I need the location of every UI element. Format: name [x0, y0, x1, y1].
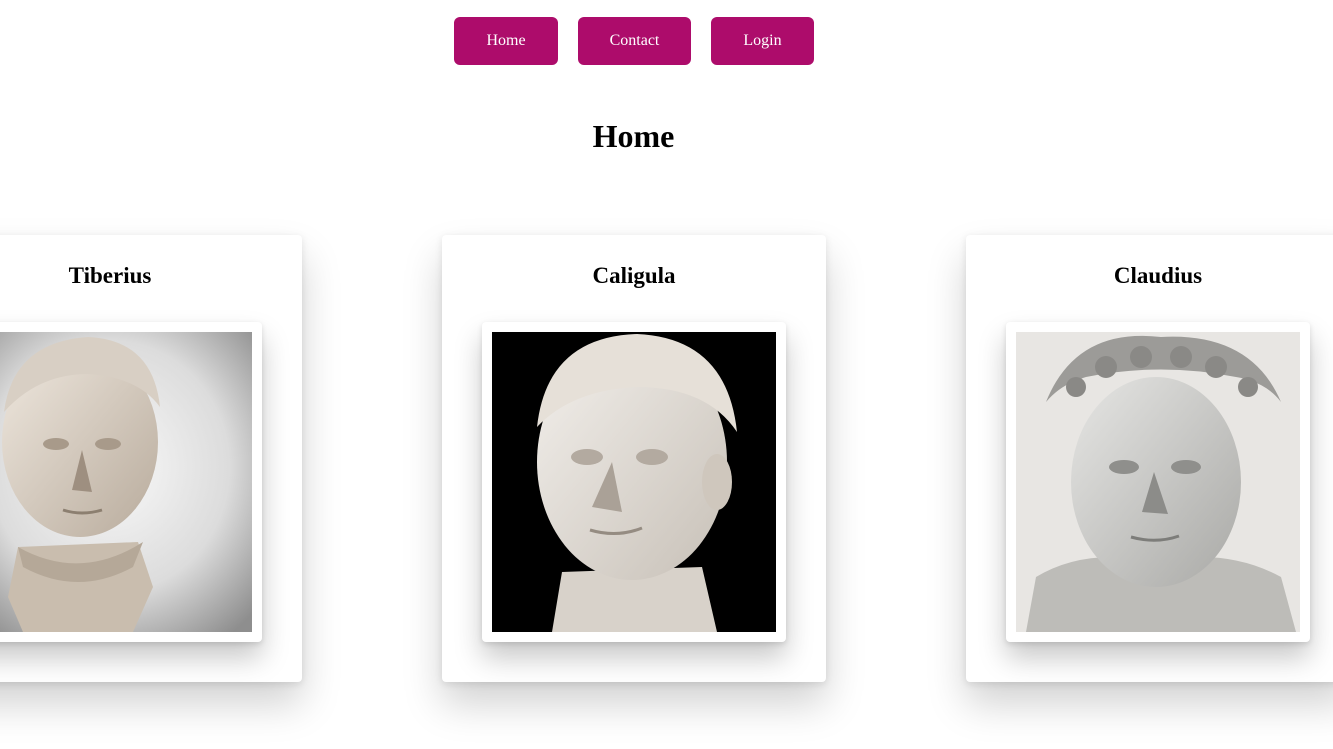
bust-portrait-image — [0, 332, 252, 632]
emperor-card-claudius: Claudius — [966, 235, 1333, 682]
nav-login-button[interactable]: Login — [711, 17, 814, 65]
page-title: Home — [592, 118, 675, 154]
top-nav: Home Contact Login — [0, 17, 1333, 65]
bust-portrait-image — [492, 332, 776, 632]
card-title: Claudius — [1113, 263, 1203, 288]
card-title: Tiberius — [68, 263, 152, 288]
portrait-frame — [0, 322, 262, 642]
bust-portrait-image — [1016, 332, 1300, 632]
portrait-frame — [1006, 322, 1310, 642]
portrait-frame — [482, 322, 786, 642]
emperor-card-caligula: Caligula — [442, 235, 826, 682]
nav-home-button[interactable]: Home — [454, 17, 558, 65]
emperor-card-tiberius: Tiberius — [0, 235, 302, 682]
page: Home Contact Login Home Tiberius Caligul… — [0, 0, 1333, 749]
nav-contact-button[interactable]: Contact — [578, 17, 691, 65]
card-title: Caligula — [592, 263, 676, 288]
